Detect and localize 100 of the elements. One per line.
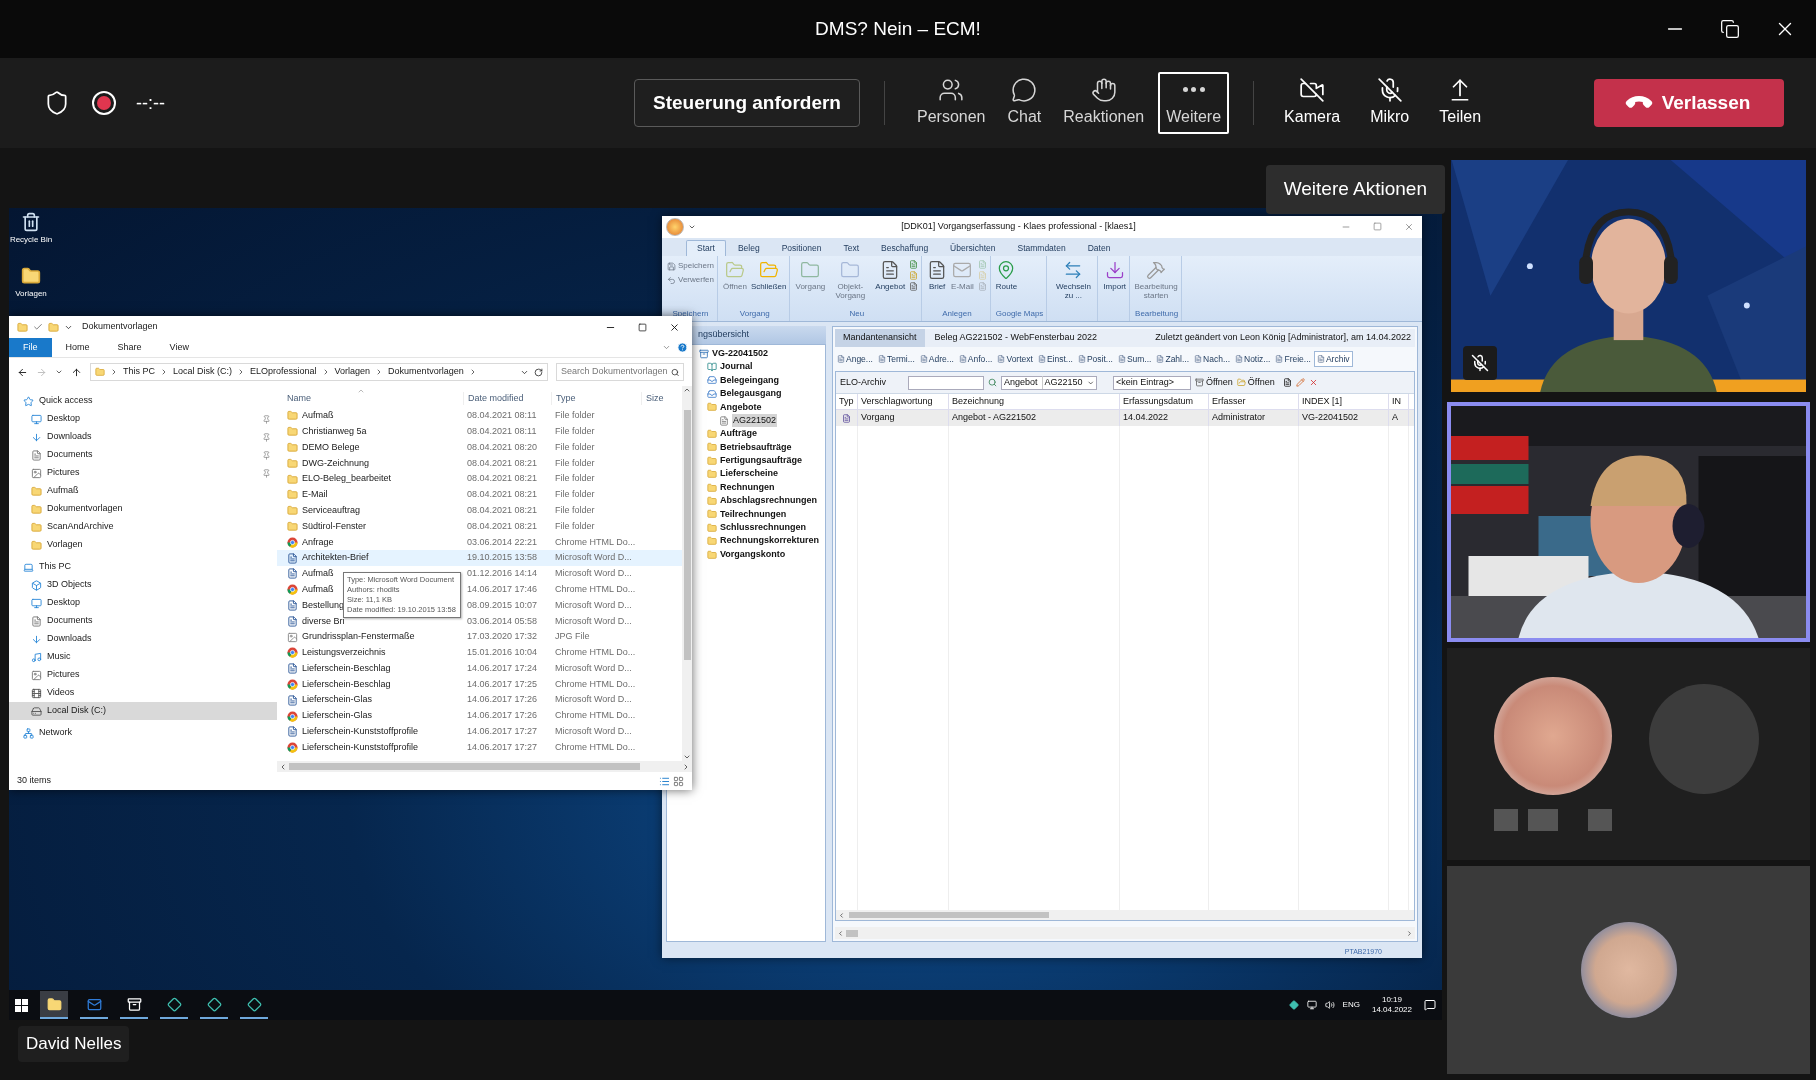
detail-tab[interactable]: Ange...: [835, 351, 875, 367]
detail-tab[interactable]: Adre...: [917, 351, 956, 367]
language-indicator[interactable]: ENG: [1342, 999, 1360, 1011]
ribbon-tab[interactable]: View: [155, 338, 203, 357]
ribbon-tab[interactable]: Beschaffung: [871, 240, 939, 256]
ribbon-button[interactable]: Schließen: [750, 260, 787, 291]
ribbon-tab[interactable]: Text: [833, 240, 869, 256]
search-icon[interactable]: [988, 378, 997, 387]
ribbon-tab[interactable]: Home: [51, 338, 104, 357]
ribbon-tab[interactable]: Übersichten: [940, 240, 1006, 256]
detail-tab[interactable]: Vortext: [995, 351, 1035, 367]
detail-tab[interactable]: Notiz...: [1233, 351, 1273, 367]
tree-item[interactable]: Fertigungsaufträge: [707, 454, 802, 468]
breadcrumb[interactable]: Dokumentvorlagen: [388, 365, 464, 379]
scroll-right-icon[interactable]: [682, 762, 690, 771]
detail-tab[interactable]: Zahl...: [1154, 351, 1192, 367]
nav-item[interactable]: Pictures: [9, 464, 277, 482]
breadcrumb[interactable]: Local Disk (C:): [173, 365, 233, 379]
column-header[interactable]: Erfasser: [1209, 394, 1299, 409]
nav-item[interactable]: Quick access: [9, 392, 277, 410]
nav-item[interactable]: Network: [9, 724, 277, 742]
detail-tab[interactable]: Nach...: [1192, 351, 1232, 367]
details-view-icon[interactable]: [659, 775, 670, 787]
column-header[interactable]: Verschlagwortung: [858, 394, 949, 409]
detail-tab[interactable]: Einst...: [1035, 351, 1075, 367]
toolbar-button[interactable]: Teilen: [1433, 72, 1488, 134]
close-icon[interactable]: [669, 321, 680, 333]
breadcrumb[interactable]: ELOprofessional: [250, 365, 317, 379]
ribbon-tab[interactable]: Start: [686, 240, 726, 256]
open-button[interactable]: Öffnen: [1195, 375, 1233, 390]
tree-item[interactable]: Belegausgang: [707, 387, 782, 401]
toolbar-button[interactable]: Kamera: [1278, 72, 1347, 134]
toolbar-button[interactable]: Mikro: [1364, 72, 1416, 134]
nav-item[interactable]: Downloads: [9, 428, 277, 446]
nav-item[interactable]: Documents: [9, 612, 277, 630]
delete-icon[interactable]: [1308, 378, 1318, 387]
maximize-icon[interactable]: [638, 322, 647, 332]
small-icon-buttons[interactable]: [909, 260, 919, 291]
column-header[interactable]: Size: [641, 391, 664, 405]
nav-item[interactable]: Downloads: [9, 630, 277, 648]
nav-item[interactable]: This PC: [9, 558, 277, 576]
back-icon[interactable]: [17, 366, 28, 378]
scrollbar[interactable]: [835, 927, 1415, 939]
scroll-thumb[interactable]: [849, 912, 1049, 918]
ribbon-tab[interactable]: Positionen: [771, 240, 832, 256]
nav-item[interactable]: Vorlagen: [9, 536, 277, 554]
column-header[interactable]: IN: [1389, 394, 1409, 409]
file-row[interactable]: Architekten-Brief 19.10.2015 13:58 Microsoft Word D...: [277, 550, 682, 566]
tree-item[interactable]: Aufträge: [707, 427, 757, 441]
column-header[interactable]: Name: [277, 391, 463, 405]
refresh-icon[interactable]: [534, 367, 543, 377]
tree-item[interactable]: Lieferscheine: [707, 467, 779, 481]
toolbar-button[interactable]: Reaktionen: [1055, 72, 1153, 134]
tree-item[interactable]: Belegeingang: [707, 373, 779, 388]
nav-item[interactable]: Documents: [9, 446, 277, 464]
nav-item[interactable]: Videos: [9, 684, 277, 702]
scroll-thumb[interactable]: [846, 929, 858, 937]
quick-access-icon[interactable]: [688, 223, 696, 231]
ribbon-tab[interactable]: Beleg: [727, 240, 770, 256]
ribbon-button[interactable]: Wechseln zu ...: [1052, 260, 1095, 300]
column-header[interactable]: Bezeichnung: [949, 394, 1120, 409]
tree-item[interactable]: Abschlagsrechnungen: [707, 494, 818, 508]
ribbon-button[interactable]: Import: [1103, 260, 1127, 291]
toolbar-button[interactable]: Weitere: [1158, 72, 1230, 134]
input-field[interactable]: [908, 375, 984, 390]
tree-item[interactable]: Journal: [707, 360, 753, 374]
column-header[interactable]: Date modified: [463, 391, 551, 405]
start-icon[interactable]: [15, 998, 28, 1012]
scroll-down-icon[interactable]: [683, 753, 691, 761]
recent-icon[interactable]: [55, 368, 63, 376]
ribbon-button[interactable]: Route: [995, 260, 1018, 291]
toolbar-button[interactable]: Personen: [909, 72, 994, 134]
open-button[interactable]: Öffnen: [1236, 375, 1275, 390]
icons-view-icon[interactable]: [673, 775, 684, 787]
scroll-thumb[interactable]: [289, 763, 640, 770]
ribbon-tab[interactable]: File: [9, 338, 52, 357]
leave-button[interactable]: Verlassen: [1594, 79, 1784, 127]
nav-item[interactable]: Local Disk (C:): [9, 702, 277, 720]
nav-item[interactable]: Desktop: [9, 594, 277, 612]
ribbon-tab[interactable]: Stammdaten: [1007, 240, 1076, 256]
tree-item[interactable]: Teilrechnungen: [707, 507, 787, 522]
detail-tab[interactable]: Archiv: [1313, 351, 1353, 367]
ribbon-button[interactable]: Angebot: [875, 260, 906, 291]
type-dropdown[interactable]: Angebot AG22150: [1001, 375, 1097, 390]
scroll-left-icon[interactable]: [279, 762, 287, 771]
tree-item[interactable]: Rechnungskorrekturen: [707, 534, 820, 548]
tree-item[interactable]: Betriebsaufträge: [707, 440, 792, 455]
scroll-left-icon[interactable]: [838, 911, 845, 919]
request-control-button[interactable]: Steuerung anfordern: [634, 79, 860, 127]
nav-item[interactable]: Music: [9, 648, 277, 666]
new-document-icon[interactable]: [1282, 378, 1292, 387]
column-header[interactable]: Erfassungsdatum: [1120, 394, 1209, 409]
nav-item[interactable]: Aufmaß: [9, 482, 277, 500]
desktop-icon[interactable]: Recycle Bin: [11, 212, 51, 246]
scroll-left-icon[interactable]: [837, 929, 844, 937]
nav-item[interactable]: ScanAndArchive: [9, 518, 277, 536]
search-field[interactable]: Search Dokumentvorlagen: [556, 363, 684, 381]
tree-item[interactable]: VG-22041502: [699, 347, 769, 361]
detail-tab[interactable]: Sum...: [1115, 351, 1154, 367]
breadcrumb[interactable]: Vorlagen: [334, 365, 371, 379]
